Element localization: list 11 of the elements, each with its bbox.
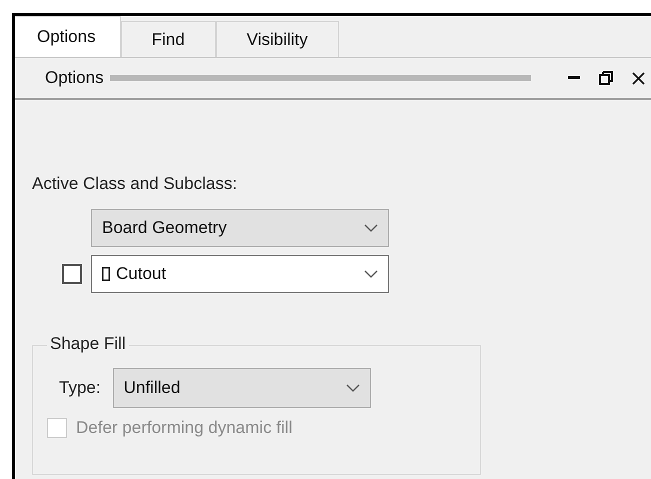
tab[interactable]: Find (120, 21, 216, 57)
subclass-dropdown[interactable]: Cutout (91, 255, 389, 293)
group-title: Shape Fill (47, 334, 129, 354)
defer-label: Defer performing dynamic fill (76, 418, 292, 438)
section-label: Active Class and Subclass: (32, 174, 238, 194)
pane-title: Options (45, 68, 104, 88)
tab[interactable]: Visibility (216, 21, 339, 57)
type-label: Type: (59, 378, 101, 398)
tab[interactable]: Options (15, 16, 121, 57)
class-dropdown[interactable]: Board Geometry (91, 209, 389, 247)
type-dropdown[interactable]: Unfilled (112, 368, 371, 408)
